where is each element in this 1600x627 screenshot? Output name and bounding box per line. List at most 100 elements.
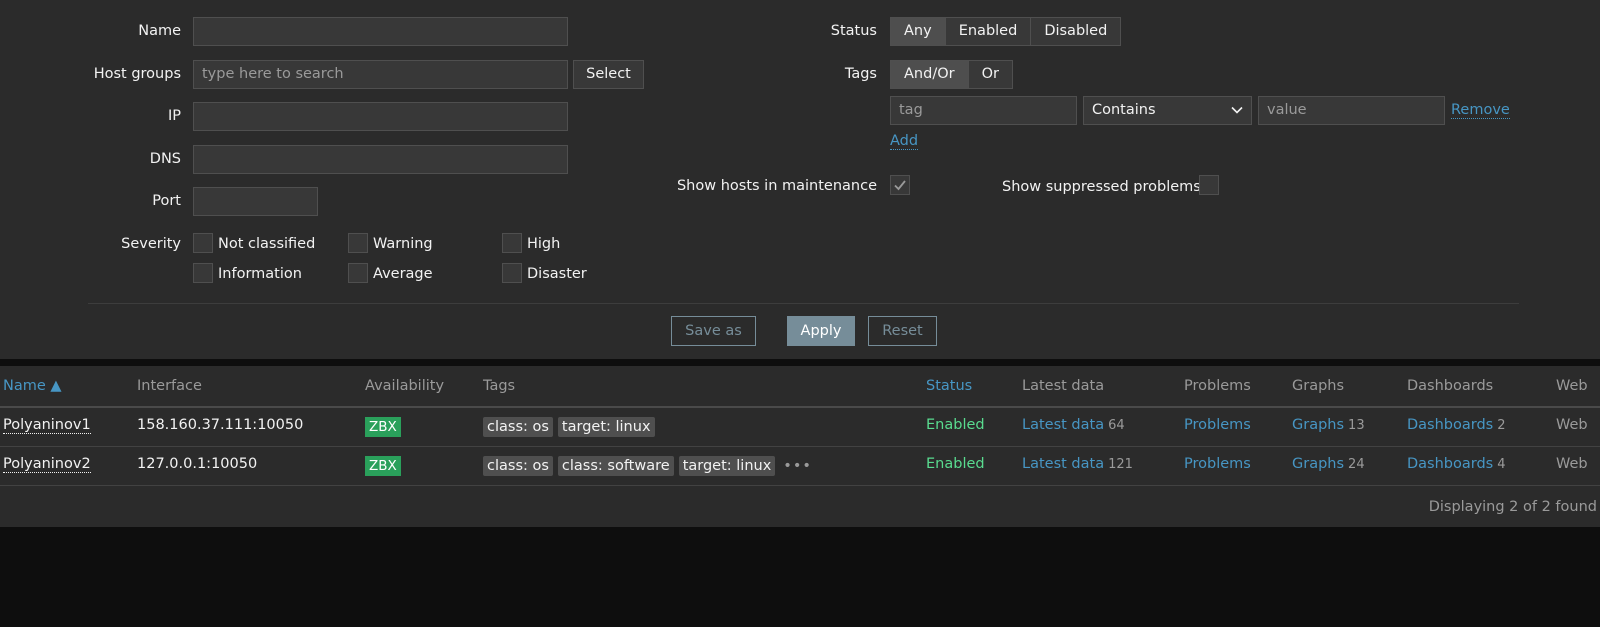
- severity-not-classified-label: Not classified: [218, 236, 316, 252]
- tag-badge[interactable]: target: linux: [678, 456, 776, 476]
- header-divider: [0, 406, 1600, 408]
- tag-badge[interactable]: class: os: [483, 417, 553, 437]
- tags-andor-option[interactable]: And/Or: [891, 61, 968, 88]
- severity-disaster-label: Disaster: [527, 266, 587, 282]
- host-interface: 158.160.37.111:10050: [137, 417, 304, 433]
- severity-warning-checkbox[interactable]: [348, 233, 368, 253]
- dashboards-count: 2: [1497, 418, 1506, 433]
- graphs-link[interactable]: Graphs 13: [1292, 417, 1365, 433]
- column-header-problems: Problems: [1184, 378, 1251, 394]
- tag-name-input[interactable]: tag: [890, 96, 1077, 125]
- latest-data-link[interactable]: Latest data 121: [1022, 456, 1133, 472]
- status-disabled-option[interactable]: Disabled: [1030, 18, 1121, 45]
- severity-disaster-checkbox[interactable]: [502, 263, 522, 283]
- name-label: Name: [138, 23, 181, 39]
- column-header-web: Web: [1556, 378, 1588, 394]
- graphs-count: 13: [1348, 418, 1365, 433]
- dns-input[interactable]: [193, 145, 568, 174]
- host-groups-label: Host groups: [93, 66, 181, 82]
- host-name: Polyaninov1: [3, 417, 91, 434]
- tag-remove-link[interactable]: Remove: [1451, 102, 1510, 119]
- tag-badge[interactable]: class: software: [557, 456, 674, 476]
- column-header-latest-data: Latest data: [1022, 378, 1105, 394]
- status-any-option[interactable]: Any: [891, 18, 945, 45]
- tag-badge[interactable]: target: linux: [557, 417, 655, 437]
- severity-label: Severity: [121, 236, 181, 252]
- latest-data-label: Latest data: [1022, 456, 1105, 472]
- host-interface: 127.0.0.1:10050: [137, 456, 258, 472]
- column-header-status[interactable]: Status: [926, 378, 972, 394]
- column-header-dashboards: Dashboards: [1407, 378, 1494, 394]
- severity-high-label: High: [527, 236, 561, 252]
- column-header-name[interactable]: Name ▲: [3, 378, 62, 394]
- tag-add-wrap: Add: [890, 133, 919, 150]
- graphs-label: Graphs: [1292, 417, 1345, 433]
- tag-add-link[interactable]: Add: [890, 133, 919, 150]
- filter-divider: [88, 303, 1519, 304]
- dashboards-link[interactable]: Dashboards 4: [1407, 456, 1506, 472]
- web-cell: Web: [1556, 417, 1588, 433]
- save-as-button[interactable]: Save as: [671, 316, 756, 346]
- dashboards-link[interactable]: Dashboards 2: [1407, 417, 1506, 433]
- severity-information-label: Information: [218, 266, 302, 282]
- column-header-tags: Tags: [483, 378, 516, 394]
- web-cell: Web: [1556, 456, 1588, 472]
- host-name-link[interactable]: Polyaninov2: [3, 456, 91, 473]
- status-segmented-control: Any Enabled Disabled: [890, 17, 1122, 46]
- severity-warning-label: Warning: [373, 236, 433, 252]
- row-divider: [0, 446, 1600, 447]
- dashboards-label: Dashboards: [1407, 417, 1494, 433]
- tag-remove-wrap: Remove: [1451, 102, 1510, 119]
- host-name-link[interactable]: Polyaninov1: [3, 417, 91, 434]
- host-name: Polyaninov2: [3, 456, 91, 473]
- hosts-table: Name ▲ Interface Availability Tags Statu…: [0, 366, 1600, 527]
- port-input[interactable]: [193, 187, 318, 216]
- apply-button[interactable]: Apply: [787, 316, 855, 346]
- name-input[interactable]: [193, 17, 568, 46]
- severity-average-checkbox[interactable]: [348, 263, 368, 283]
- ip-label: IP: [167, 108, 181, 124]
- status-enabled-link[interactable]: Enabled: [926, 417, 985, 433]
- latest-data-label: Latest data: [1022, 417, 1105, 433]
- tag-value-input[interactable]: value: [1258, 96, 1445, 125]
- problems-link[interactable]: Problems: [1184, 417, 1251, 433]
- latest-data-link[interactable]: Latest data 64: [1022, 417, 1125, 433]
- tag-operator-select[interactable]: Contains: [1083, 96, 1252, 125]
- ip-input[interactable]: [193, 102, 568, 131]
- status-enabled-link[interactable]: Enabled: [926, 456, 985, 472]
- dns-label: DNS: [149, 151, 181, 167]
- latest-data-count: 64: [1108, 418, 1125, 433]
- status-enabled-option[interactable]: Enabled: [944, 18, 1031, 45]
- column-header-graphs: Graphs: [1292, 378, 1345, 394]
- checkmark-icon: [894, 180, 906, 191]
- problems-link[interactable]: Problems: [1184, 456, 1251, 472]
- host-tags: class: os class: software target: linux •••: [483, 456, 812, 476]
- table-footer-count: Displaying 2 of 2 found: [1428, 499, 1597, 515]
- tags-evaltype-control: And/Or Or: [890, 60, 1013, 89]
- filter-panel: Name Host groups type here to search Sel…: [0, 0, 1600, 359]
- graphs-link[interactable]: Graphs 24: [1292, 456, 1365, 472]
- severity-information-checkbox[interactable]: [193, 263, 213, 283]
- host-groups-input[interactable]: type here to search: [193, 60, 568, 89]
- chevron-down-icon: [1231, 106, 1243, 114]
- dashboards-count: 4: [1497, 457, 1506, 472]
- tags-label: Tags: [844, 66, 877, 82]
- reset-button[interactable]: Reset: [868, 316, 937, 346]
- tags-or-option[interactable]: Or: [967, 61, 1012, 88]
- show-maintenance-label: Show hosts in maintenance: [676, 178, 877, 194]
- severity-high-checkbox[interactable]: [502, 233, 522, 253]
- show-maintenance-checkbox[interactable]: [890, 175, 910, 195]
- host-groups-select-button[interactable]: Select: [573, 60, 644, 89]
- graphs-count: 24: [1348, 457, 1365, 472]
- show-suppressed-label: Show suppressed problems: [1002, 179, 1201, 195]
- dashboards-label: Dashboards: [1407, 456, 1494, 472]
- tag-badge[interactable]: class: os: [483, 456, 553, 476]
- availability-badge: ZBX: [365, 456, 401, 476]
- more-tags-icon[interactable]: •••: [783, 458, 812, 474]
- severity-not-classified-checkbox[interactable]: [193, 233, 213, 253]
- show-suppressed-checkbox[interactable]: [1199, 175, 1219, 195]
- graphs-label: Graphs: [1292, 456, 1345, 472]
- latest-data-count: 121: [1108, 457, 1133, 472]
- row-divider: [0, 485, 1600, 486]
- severity-average-label: Average: [373, 266, 433, 282]
